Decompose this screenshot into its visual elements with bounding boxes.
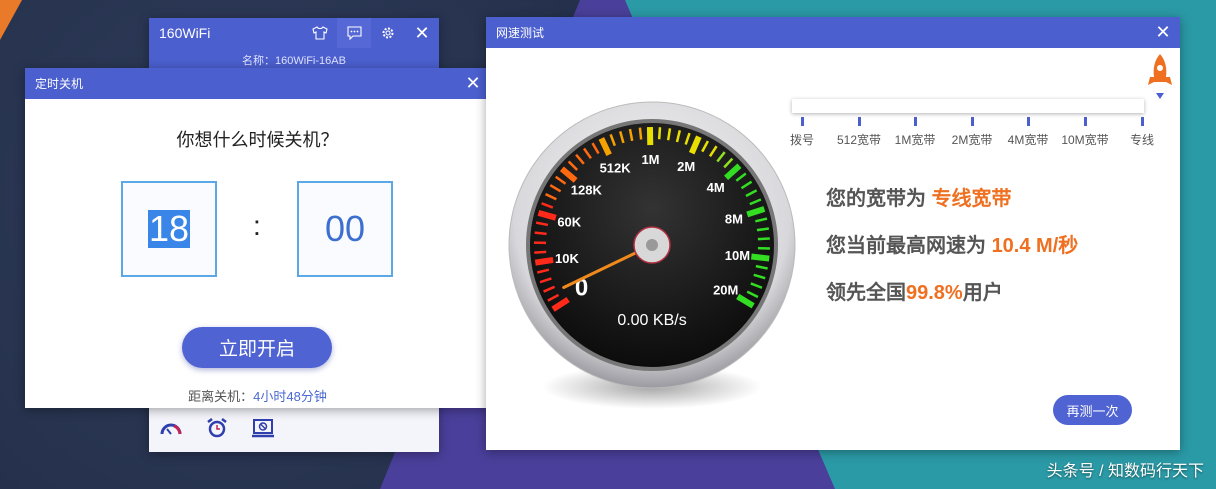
window-title: 160WiFi: [159, 25, 211, 41]
shutdown-timer-dialog: 定时关机 ✕ 你想什么时候关机？ 18 : 00 立即开启 距离关机：4小时48…: [25, 68, 490, 408]
gauge-tick: [534, 231, 547, 236]
result-value: 10.4 M/秒: [991, 235, 1079, 257]
scale-stop: 1M宽带: [885, 117, 945, 148]
toolbar: [149, 406, 439, 452]
scale-label: 专线: [1129, 133, 1154, 147]
laptop-block-icon[interactable]: [251, 416, 275, 440]
gauge-label: 8M: [725, 212, 743, 227]
shirt-icon[interactable]: [303, 18, 337, 48]
scale-stop: 2M宽带: [942, 117, 1002, 148]
bandwidth-result: 您的宽带为 专线宽带: [826, 182, 1012, 211]
scale-stop: 4M宽带: [998, 117, 1058, 148]
result-label: 用户: [962, 282, 1003, 304]
gauge-label: 60K: [557, 215, 581, 230]
remaining-label: 距离关机：: [188, 389, 254, 404]
speed-gauge: 010K60K128K512K1M 2M4M8M10M20M 0.00 KB/s: [508, 101, 796, 409]
title-bar: 定时关机 ✕: [25, 68, 490, 99]
alarm-clock-icon[interactable]: [205, 416, 229, 440]
window-title: 网速测试: [496, 26, 545, 40]
scale-stop: 专线: [1112, 117, 1172, 148]
close-icon[interactable]: ✕: [1146, 17, 1180, 48]
gauge-label: 10M: [725, 248, 750, 263]
gear-icon[interactable]: [371, 18, 405, 48]
scale-label: 2M宽带: [951, 133, 993, 147]
result-value: 99.8%: [906, 282, 963, 304]
speedometer-icon[interactable]: [159, 416, 183, 440]
dialog-title: 定时关机: [35, 77, 84, 91]
scale-label: 1M宽带: [894, 133, 936, 147]
chat-icon[interactable]: [337, 18, 371, 48]
scale-stop: 512宽带: [829, 117, 889, 148]
time-separator: :: [253, 210, 261, 241]
gauge-label: 10K: [555, 251, 579, 266]
scale-stop: 拨号: [772, 117, 832, 148]
hour-input[interactable]: 18: [121, 181, 217, 277]
scale-label: 512宽带: [836, 133, 882, 147]
minute-value: 00: [324, 208, 366, 249]
gauge-tick: [757, 237, 770, 241]
scale-label: 4M宽带: [1007, 133, 1049, 147]
scale-label: 10M宽带: [1061, 133, 1109, 147]
gauge-label: 1M: [641, 152, 659, 167]
scale-stop: 10M宽带: [1055, 117, 1115, 148]
gauge-tick: [657, 127, 662, 140]
gauge-tick: [750, 253, 770, 262]
start-now-button[interactable]: 立即开启: [182, 327, 332, 368]
minute-input[interactable]: 00: [297, 181, 393, 277]
hour-value: 18: [147, 208, 191, 249]
gauge-label: 20M: [713, 282, 738, 297]
gauge-label: 2M: [677, 159, 695, 174]
result-label: 您当前最高网速为: [826, 235, 992, 257]
bandwidth-scale-track: [792, 99, 1144, 113]
speed-readout: 0.00 KB/s: [617, 312, 686, 329]
gauge-label: 512K: [600, 160, 632, 175]
gauge-tick: [534, 250, 547, 254]
question-label: 你想什么时候关机？: [176, 130, 339, 150]
gauge-label: 128K: [571, 182, 603, 197]
close-icon[interactable]: ✕: [456, 68, 490, 99]
speed-test-window: 网速测试 ✕ 0 10K 60K 128K 512K 1M 2M 4M 8M 10M 20M 0.0…: [486, 17, 1180, 450]
gauge-tick: [534, 256, 554, 266]
max-speed-result: 您当前最高网速为 10.4 M/秒: [826, 229, 1078, 258]
watermark: 头条号 / 知数码行天下: [1046, 463, 1204, 480]
title-bar: 网速测试 ✕: [486, 17, 1180, 48]
gauge-label: 4M: [707, 180, 725, 195]
result-value: 专线宽带: [931, 188, 1012, 210]
remaining-value: 4小时48分钟: [253, 389, 327, 404]
result-label: 领先全国: [826, 282, 906, 304]
result-label: 您的宽带为: [826, 188, 932, 210]
scale-label: 拨号: [789, 133, 814, 147]
gauge-tick: [638, 127, 643, 140]
retest-button[interactable]: 再测一次: [1053, 395, 1132, 425]
rocket-icon: [1148, 53, 1172, 104]
title-bar: 160WiFi ✕: [149, 18, 439, 48]
remaining-time: 距离关机：4小时48分钟: [25, 386, 490, 405]
close-icon[interactable]: ✕: [405, 18, 439, 48]
gauge-tick: [756, 227, 770, 232]
ranking-result: 领先全国99.8%用户: [826, 276, 1003, 305]
